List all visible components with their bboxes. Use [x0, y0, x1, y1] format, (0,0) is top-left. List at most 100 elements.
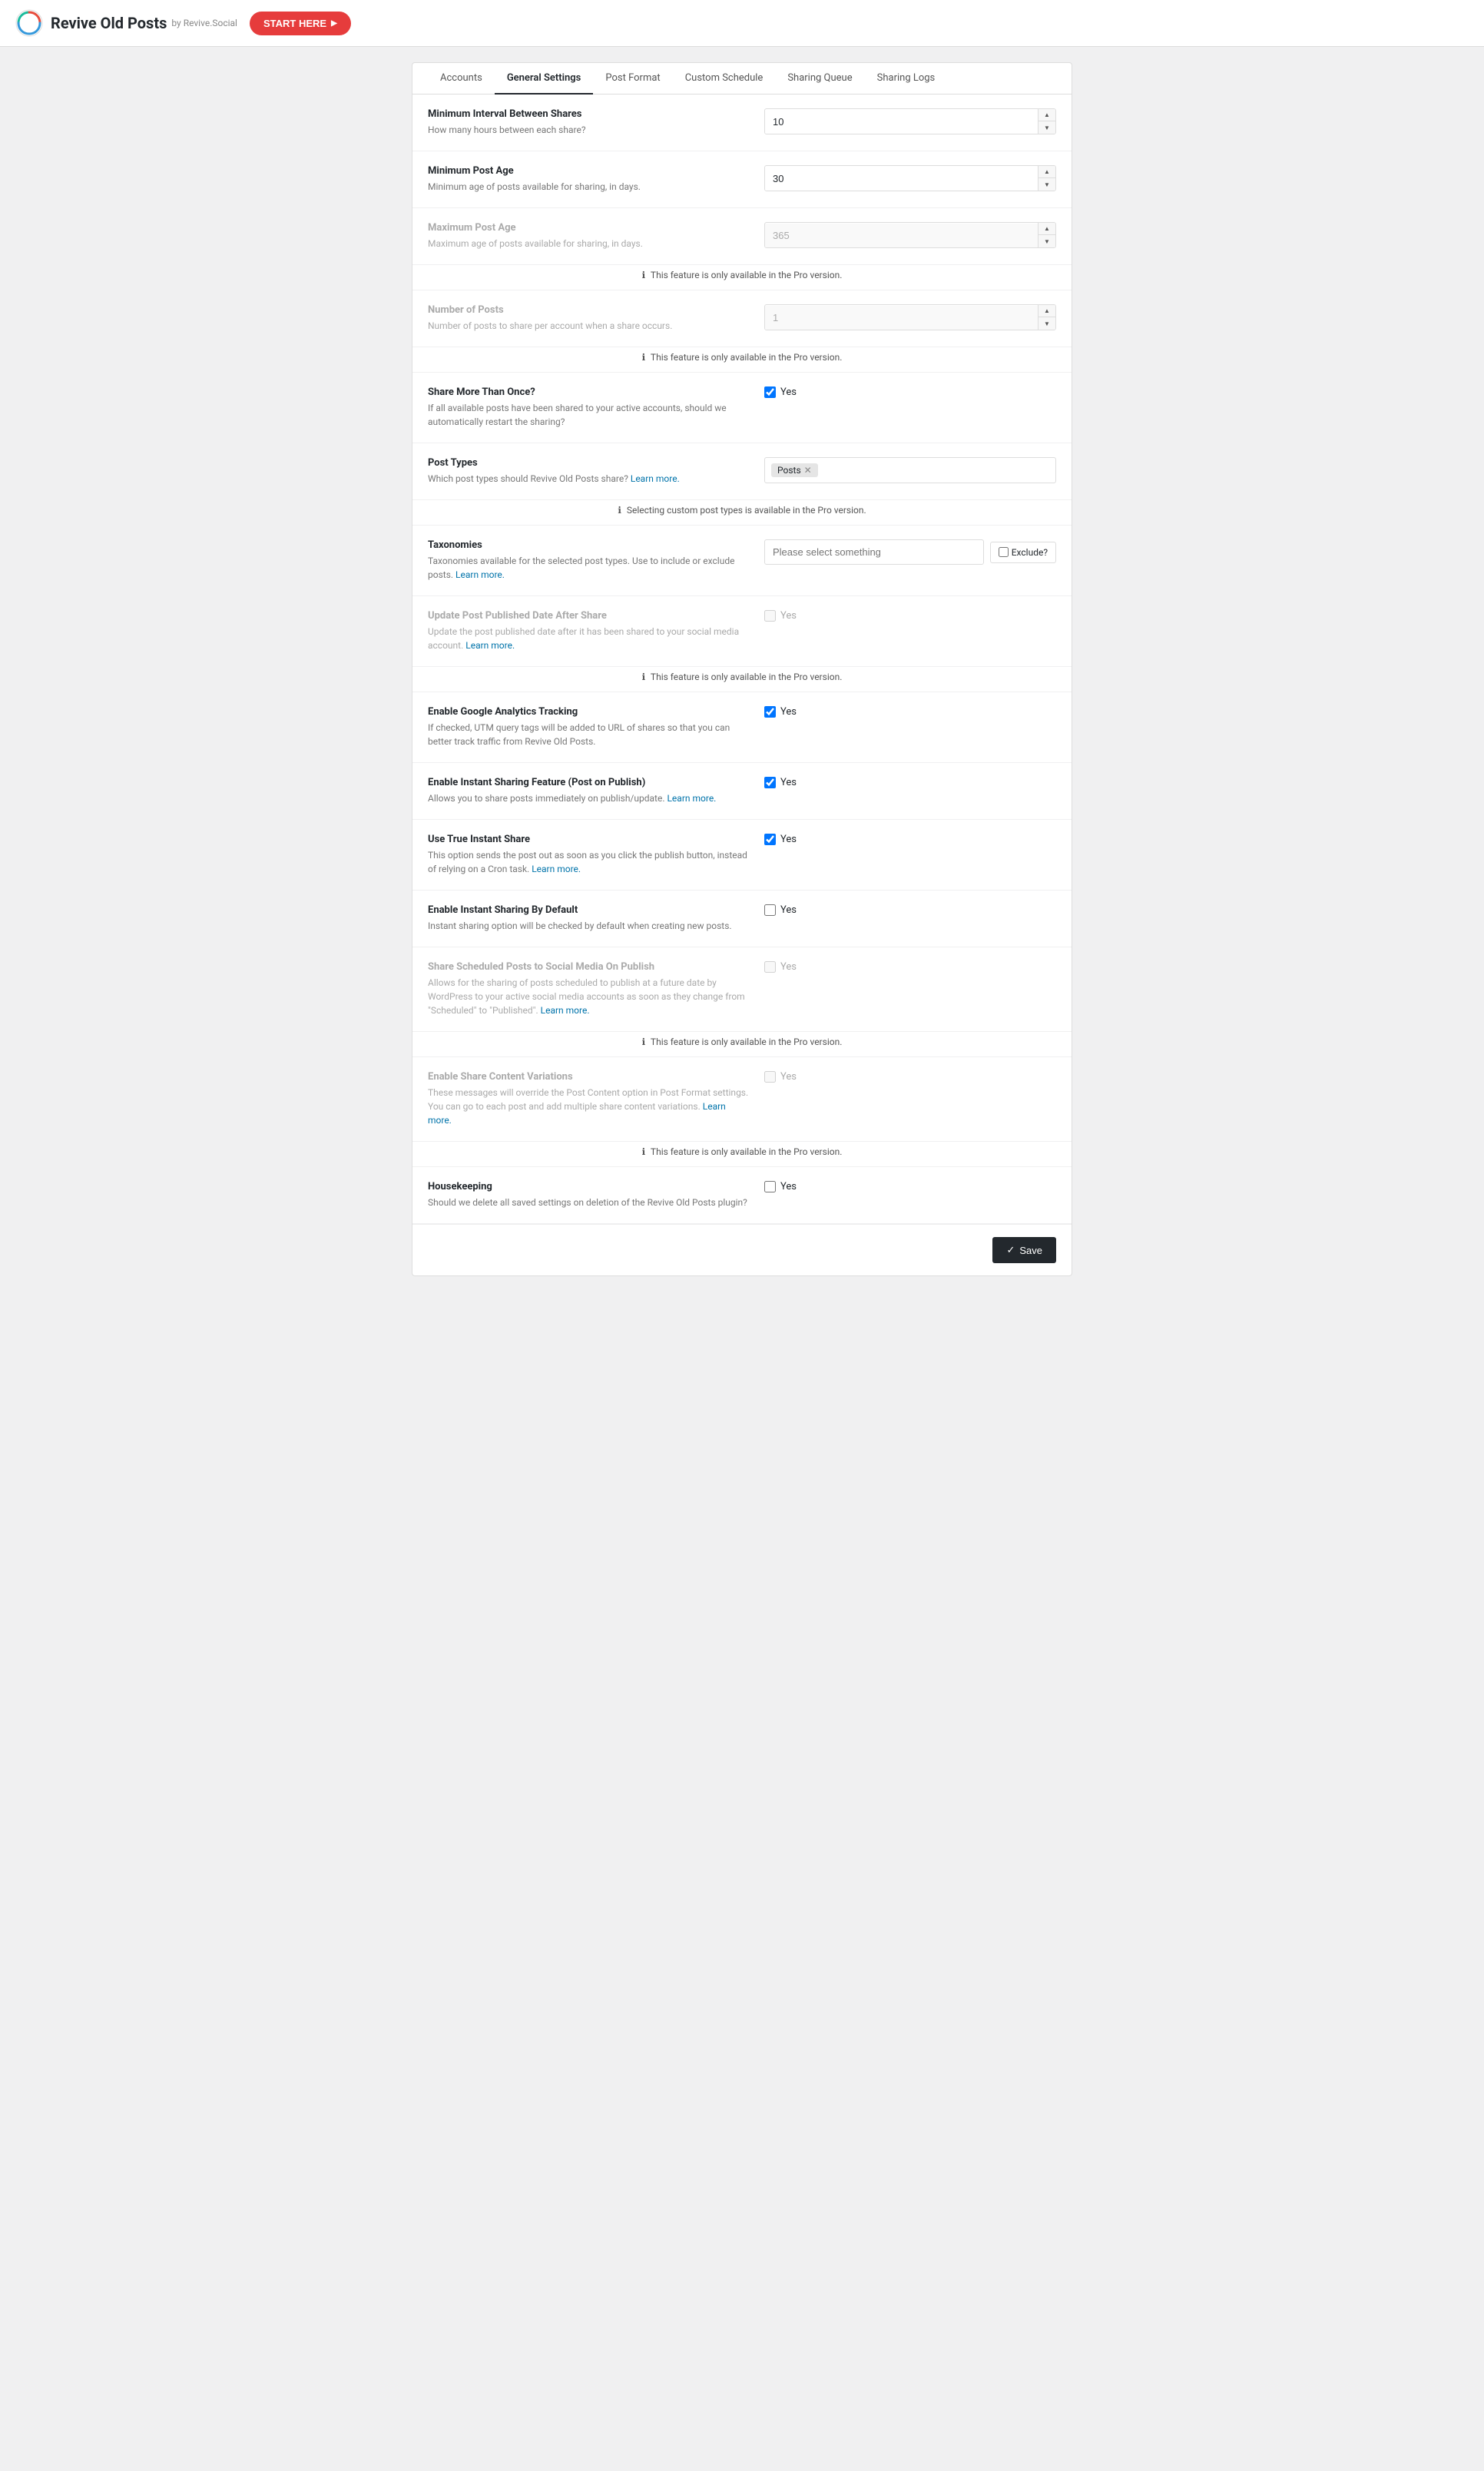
tab-bar: Accounts General Settings Post Format Cu… [412, 63, 1072, 95]
content-variations-desc: These messages will override the Post Co… [428, 1086, 749, 1127]
post-type-tag-remove[interactable]: ✕ [804, 465, 812, 476]
share-scheduled-learn-more[interactable]: Learn more. [541, 1005, 590, 1016]
main-container: Accounts General Settings Post Format Cu… [412, 62, 1072, 1276]
tab-post-format[interactable]: Post Format [593, 63, 672, 95]
setting-left: Share Scheduled Posts to Social Media On… [428, 961, 764, 1017]
info-icon: ℹ [642, 1146, 646, 1157]
save-button[interactable]: Save [992, 1237, 1056, 1263]
share-scheduled-control: Yes [764, 961, 1056, 973]
info-icon: ℹ [618, 505, 621, 516]
min-post-age-down[interactable]: ▼ [1038, 178, 1055, 191]
taxonomies-input[interactable] [764, 539, 984, 565]
share-scheduled-label: Share Scheduled Posts to Social Media On… [428, 961, 749, 973]
instant-default-checkbox-label: Yes [780, 904, 797, 916]
num-posts-input [765, 306, 1038, 330]
instant-sharing-learn-more[interactable]: Learn more. [667, 793, 716, 804]
setting-left: Enable Google Analytics Tracking If chec… [428, 706, 764, 748]
instant-default-checkbox[interactable] [764, 904, 776, 916]
google-analytics-desc: If checked, UTM query tags will be added… [428, 721, 749, 748]
true-instant-checkbox[interactable] [764, 834, 776, 845]
max-post-age-desc: Maximum age of posts available for shari… [428, 237, 749, 250]
num-posts-control: ▲ ▼ [764, 304, 1056, 330]
num-posts-pro-note: ℹ This feature is only available in the … [412, 347, 1072, 373]
content-variations-label: Enable Share Content Variations [428, 1071, 749, 1083]
setting-min-interval: Minimum Interval Between Shares How many… [412, 95, 1072, 151]
min-interval-label: Minimum Interval Between Shares [428, 108, 749, 120]
min-post-age-spinners: ▲ ▼ [1038, 166, 1055, 191]
num-posts-spinners: ▲ ▼ [1038, 305, 1055, 330]
info-icon: ℹ [642, 1036, 646, 1047]
info-icon: ℹ [642, 270, 646, 280]
exclude-checkbox[interactable] [999, 547, 1009, 557]
share-scheduled-checkbox-label: Yes [780, 961, 797, 973]
taxonomies-control: Exclude? [764, 539, 1056, 565]
update-date-desc: Update the post published date after it … [428, 625, 749, 652]
google-analytics-checkbox[interactable] [764, 706, 776, 718]
app-header: Revive Old Posts by Revive.Social START … [0, 0, 1484, 47]
share-more-label: Share More Than Once? [428, 386, 749, 398]
instant-sharing-checkbox[interactable] [764, 777, 776, 788]
setting-share-scheduled: Share Scheduled Posts to Social Media On… [412, 947, 1072, 1032]
pro-note-text2: This feature is only available in the Pr… [651, 352, 842, 363]
setting-housekeeping: Housekeeping Should we delete all saved … [412, 1167, 1072, 1224]
tab-accounts[interactable]: Accounts [428, 63, 495, 95]
share-more-checkbox-label: Yes [780, 386, 797, 398]
instant-default-desc: Instant sharing option will be checked b… [428, 919, 749, 933]
setting-left: Minimum Interval Between Shares How many… [428, 108, 764, 137]
min-post-age-input[interactable] [765, 167, 1038, 191]
share-more-checkbox[interactable] [764, 386, 776, 398]
true-instant-learn-more[interactable]: Learn more. [532, 864, 581, 874]
exclude-label: Exclude? [1012, 547, 1048, 558]
min-post-age-desc: Minimum age of posts available for shari… [428, 180, 749, 194]
min-interval-control: ▲ ▼ [764, 108, 1056, 134]
num-posts-up: ▲ [1038, 305, 1055, 317]
exclude-wrap: Exclude? [990, 542, 1056, 563]
post-types-learn-more[interactable]: Learn more. [631, 473, 680, 484]
housekeeping-checkbox-label: Yes [780, 1181, 797, 1192]
share-scheduled-desc: Allows for the sharing of posts schedule… [428, 976, 749, 1017]
share-more-control: Yes [764, 386, 1056, 398]
setting-left: Use True Instant Share This option sends… [428, 834, 764, 876]
tab-sharing-logs[interactable]: Sharing Logs [865, 63, 948, 95]
num-posts-input-wrap: ▲ ▼ [764, 304, 1056, 330]
setting-left: Update Post Published Date After Share U… [428, 610, 764, 652]
min-interval-input[interactable] [765, 110, 1038, 134]
instant-sharing-desc: Allows you to share posts immediately on… [428, 791, 749, 805]
setting-left: Maximum Post Age Maximum age of posts av… [428, 222, 764, 250]
true-instant-checkbox-wrap: Yes [764, 834, 797, 845]
setting-left: Post Types Which post types should Reviv… [428, 457, 764, 486]
taxonomies-learn-more[interactable]: Learn more. [455, 569, 505, 580]
max-post-age-spinners: ▲ ▼ [1038, 223, 1055, 247]
post-types-select[interactable]: Posts ✕ [764, 457, 1056, 483]
setting-left: Enable Share Content Variations These me… [428, 1071, 764, 1127]
setting-left: Enable Instant Sharing Feature (Post on … [428, 777, 764, 805]
true-instant-desc: This option sends the post out as soon a… [428, 848, 749, 876]
update-date-checkbox [764, 610, 776, 622]
update-date-learn-more[interactable]: Learn more. [465, 640, 515, 651]
min-interval-desc: How many hours between each share? [428, 123, 749, 137]
share-scheduled-pro-note: ℹ This feature is only available in the … [412, 1032, 1072, 1057]
max-post-age-control: ▲ ▼ [764, 222, 1056, 248]
max-post-age-pro-note: ℹ This feature is only available in the … [412, 265, 1072, 290]
min-interval-down[interactable]: ▼ [1038, 121, 1055, 134]
post-types-label: Post Types [428, 457, 749, 469]
app-logo-icon [15, 9, 43, 37]
min-interval-spinners: ▲ ▼ [1038, 109, 1055, 134]
tab-general-settings[interactable]: General Settings [495, 63, 594, 95]
tab-custom-schedule[interactable]: Custom Schedule [673, 63, 776, 95]
taxonomies-label: Taxonomies [428, 539, 749, 551]
setting-google-analytics: Enable Google Analytics Tracking If chec… [412, 692, 1072, 763]
save-bar: Save [412, 1224, 1072, 1275]
tab-sharing-queue[interactable]: Sharing Queue [775, 63, 864, 95]
max-post-age-input [765, 224, 1038, 247]
min-post-age-up[interactable]: ▲ [1038, 166, 1055, 178]
content-variations-checkbox-label: Yes [780, 1071, 797, 1083]
content-variations-learn-more[interactable]: Learn more. [428, 1101, 726, 1126]
taxonomies-desc: Taxonomies available for the selected po… [428, 554, 749, 582]
start-here-button[interactable]: START HERE [250, 12, 351, 35]
google-analytics-checkbox-label: Yes [780, 706, 797, 718]
housekeeping-checkbox[interactable] [764, 1181, 776, 1192]
min-interval-up[interactable]: ▲ [1038, 109, 1055, 121]
max-post-age-label: Maximum Post Age [428, 222, 749, 234]
instant-default-control: Yes [764, 904, 1056, 916]
